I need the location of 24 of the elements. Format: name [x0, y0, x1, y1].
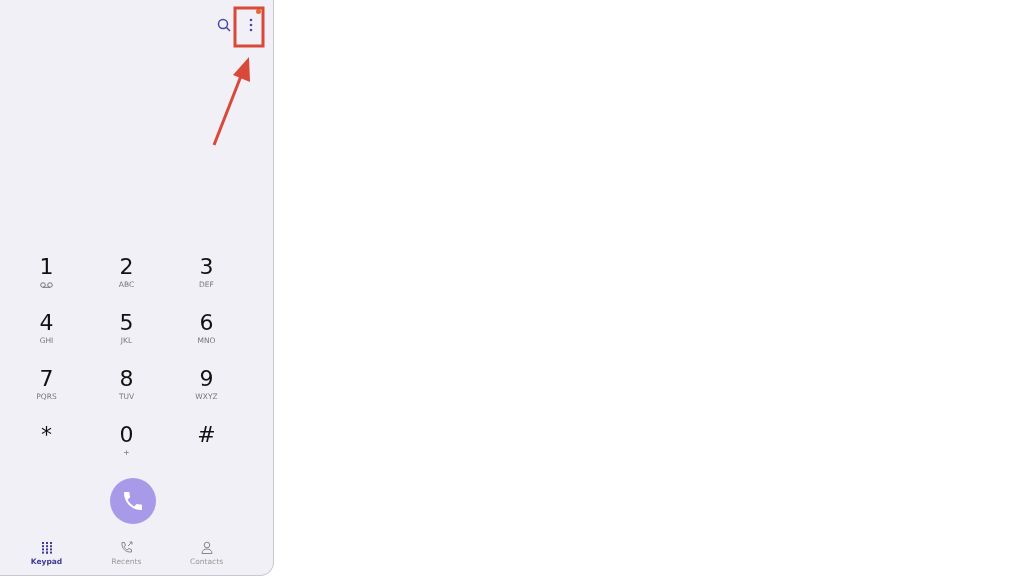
voicemail-icon: [40, 282, 53, 288]
key-digit: 5: [119, 310, 134, 336]
search-icon: [217, 18, 231, 32]
key-digit: #: [197, 422, 216, 448]
key-digit: 9: [199, 366, 214, 392]
phone-call-icon: [119, 541, 134, 554]
key-digit: 6: [199, 310, 214, 336]
phone-icon: [121, 489, 145, 513]
key-digit: 4: [39, 310, 54, 336]
dial-key[interactable]: #: [166, 416, 247, 472]
person-icon: [200, 541, 213, 554]
key-digit: 8: [119, 366, 134, 392]
dial-key[interactable]: 1: [6, 248, 87, 304]
key-digit: 0: [119, 422, 134, 448]
key-digit: 7: [39, 366, 54, 392]
key-digit: 1: [39, 254, 54, 280]
dial-key[interactable]: *: [6, 416, 87, 472]
more-options-icon: [249, 18, 253, 32]
keypad-icon: [40, 541, 53, 554]
key-digit: 2: [119, 254, 134, 280]
search-button[interactable]: [217, 18, 231, 32]
highlight-frame: [233, 6, 265, 48]
key-digit: *: [41, 422, 52, 448]
key-digit: 3: [199, 254, 214, 280]
